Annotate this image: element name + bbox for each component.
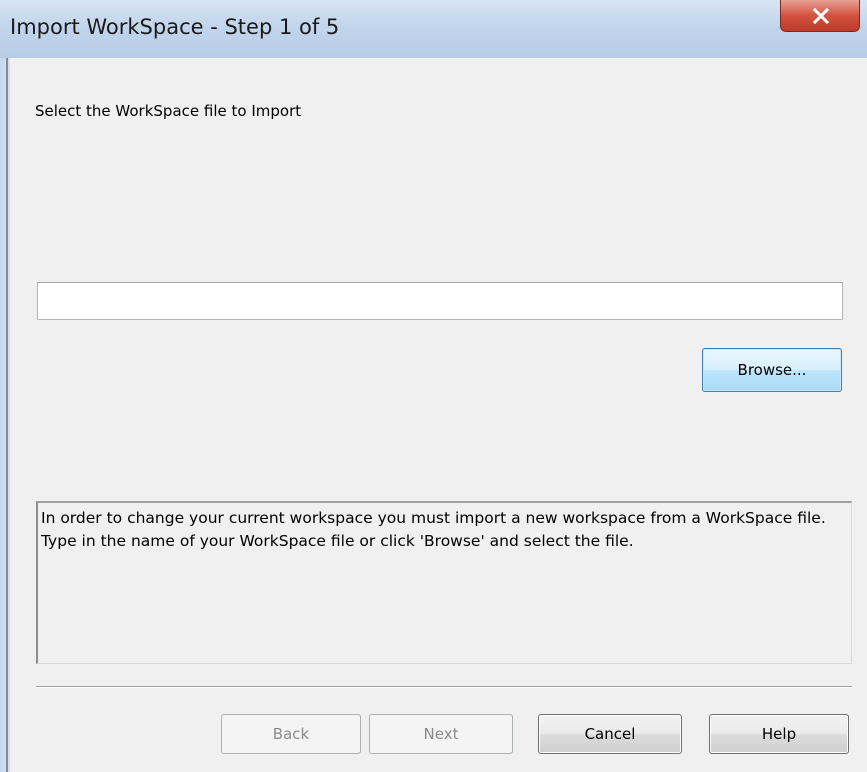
back-button[interactable]: Back (221, 714, 361, 754)
dialog-content: Select the WorkSpace file to Import Brow… (10, 58, 867, 772)
title-bar[interactable]: Import WorkSpace - Step 1 of 5 (0, 0, 867, 58)
window-title: Import WorkSpace - Step 1 of 5 (10, 15, 340, 39)
close-icon (813, 8, 829, 24)
help-button[interactable]: Help (709, 714, 849, 754)
page-heading: Select the WorkSpace file to Import (35, 102, 302, 120)
separator (36, 686, 852, 688)
window-left-border (0, 58, 10, 772)
browse-button[interactable]: Browse... (702, 348, 842, 392)
close-button[interactable] (780, 0, 860, 32)
next-button[interactable]: Next (369, 714, 513, 754)
workspace-file-input[interactable] (37, 282, 843, 320)
cancel-button[interactable]: Cancel (538, 714, 682, 754)
info-box: In order to change your current workspac… (36, 501, 852, 664)
info-text: In order to change your current workspac… (41, 509, 826, 550)
